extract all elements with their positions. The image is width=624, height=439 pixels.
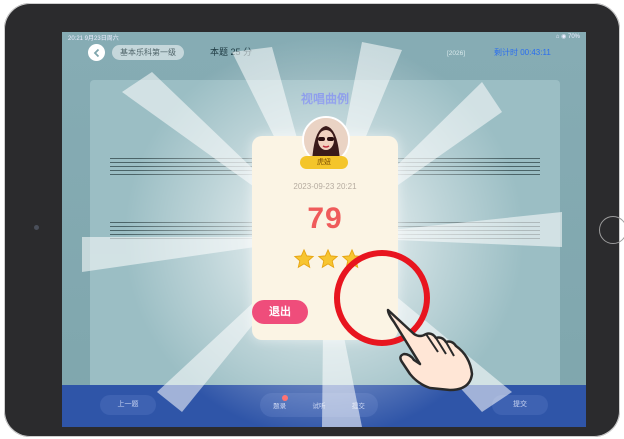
star-icon	[293, 248, 315, 269]
back-button[interactable]	[88, 44, 105, 61]
course-pill[interactable]: 基本乐科第一级	[112, 45, 184, 60]
tab-submit[interactable]: 提交	[352, 400, 365, 410]
submit-button[interactable]: 提交	[492, 395, 548, 415]
status-left: 20:21 9月23日周六	[68, 36, 119, 42]
tablet-frame: 20:21 9月23日周六 ⌂ ◉ 70% 基本乐科第一级 本题 25 分 [2…	[4, 3, 624, 437]
chevron-left-icon	[93, 48, 99, 57]
question-tag: [2026]	[447, 50, 466, 57]
camera-dot	[34, 225, 39, 230]
sheet-title: 视唱曲例	[300, 92, 349, 106]
prev-question-button[interactable]: 上一题	[100, 395, 156, 415]
bottom-tab-group: 题录 试听 提交	[260, 393, 378, 417]
pointing-hand-icon	[386, 308, 474, 392]
app-screen: 20:21 9月23日周六 ⌂ ◉ 70% 基本乐科第一级 本题 25 分 [2…	[62, 32, 586, 427]
star-icon	[317, 248, 339, 269]
home-button[interactable]	[599, 216, 624, 244]
result-date: 2023-09-23 20:21	[293, 182, 357, 191]
user-name-tag: 虎妞	[300, 156, 348, 169]
bottom-bar: 上一题 题录 试听 提交 提交	[62, 385, 586, 427]
exit-button[interactable]: 退出	[252, 300, 308, 324]
status-bar: 20:21 9月23日周六 ⌂ ◉ 70%	[62, 32, 586, 42]
tab-listen[interactable]: 试听	[312, 400, 325, 410]
tab-records[interactable]: 题录	[273, 400, 286, 410]
result-score: 79	[307, 202, 343, 235]
notification-badge	[282, 395, 288, 401]
question-score: 本题 25 分	[210, 47, 253, 57]
status-right: ⌂ ◉ 70%	[555, 34, 580, 40]
countdown-timer: 剩计时 00:43:11	[494, 48, 551, 57]
